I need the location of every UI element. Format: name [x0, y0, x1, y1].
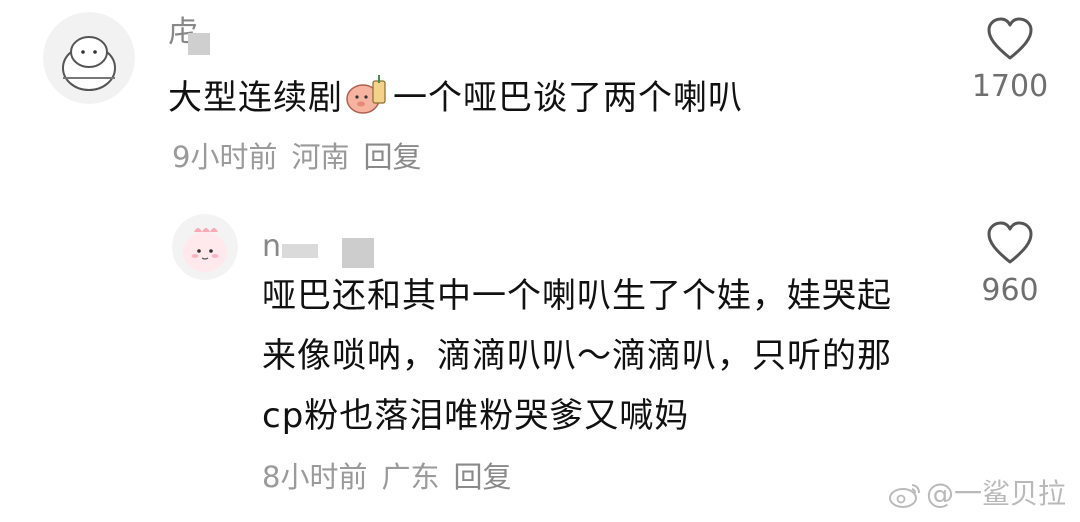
avatar[interactable] [172, 214, 238, 280]
location: 河南 [291, 140, 350, 174]
avatar[interactable] [43, 12, 135, 104]
location: 广东 [381, 460, 440, 494]
comment-text-part-1: 大型连续剧 [168, 78, 343, 118]
comment-text-line: 来像唢呐，滴滴叭叭～滴滴叭，只听的那 [262, 336, 892, 376]
timestamp: 8小时前 [262, 460, 368, 494]
like-count: 960 [981, 273, 1039, 308]
reply-button[interactable]: 回复 [363, 140, 421, 174]
comment-text-line: 哑巴还和其中一个喇叭生了个娃，娃哭起 [262, 276, 892, 316]
watermark: @一鲨贝拉 [888, 472, 1066, 512]
heart-outline-icon[interactable] [985, 220, 1035, 266]
watermark-text: @一鲨贝拉 [925, 477, 1066, 510]
like-button[interactable]: 960 [955, 220, 1065, 306]
reply-button[interactable]: 回复 [453, 460, 511, 494]
pig-bubble-tea-emoji-icon [345, 75, 391, 115]
like-button[interactable]: 1700 [955, 16, 1065, 102]
comment-text: 大型连续剧 一个哑巴谈了两个喇叭 [168, 70, 743, 126]
comment-meta: 9小时前 河南 回复 [172, 143, 435, 172]
weibo-icon [888, 484, 920, 508]
username[interactable]: n [262, 232, 281, 262]
comment-text: 哑巴还和其中一个喇叭生了个娃，娃哭起 来像唢呐，滴滴叭叭～滴滴叭，只听的那 cp… [262, 268, 892, 444]
username-redaction [342, 238, 374, 268]
timestamp: 9小时前 [172, 140, 278, 174]
comment-text-line: cp粉也落泪唯粉哭爹又喊妈 [262, 396, 690, 436]
username-redaction [188, 33, 210, 55]
username-redaction [282, 244, 318, 258]
heart-outline-icon[interactable] [985, 16, 1035, 62]
comment-meta: 8小时前 广东 回复 [262, 463, 525, 492]
like-count: 1700 [971, 69, 1049, 104]
comment-text-part-2: 一个哑巴谈了两个喇叭 [393, 78, 743, 118]
